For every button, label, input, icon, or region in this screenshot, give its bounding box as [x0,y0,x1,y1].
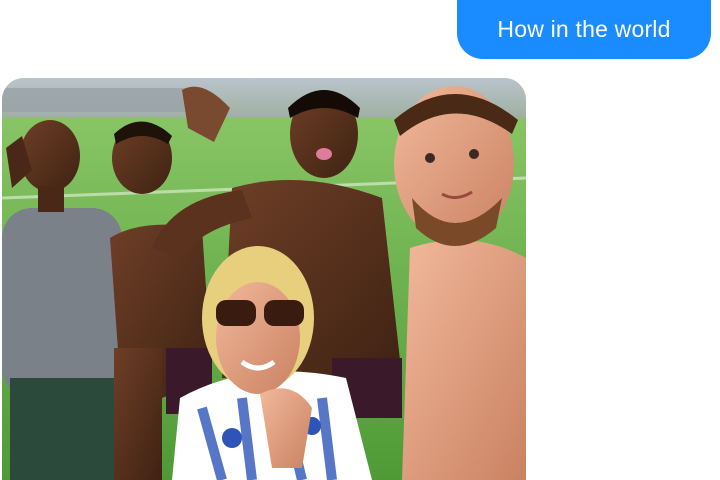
incoming-photo-message[interactable] [2,78,526,480]
person-shirtless-right [394,86,526,480]
selfie-photo [2,78,526,480]
outgoing-message-bubble[interactable]: How in the world [457,0,711,59]
outgoing-message-text: How in the world [497,16,671,42]
message-thread: How in the world [0,0,720,480]
